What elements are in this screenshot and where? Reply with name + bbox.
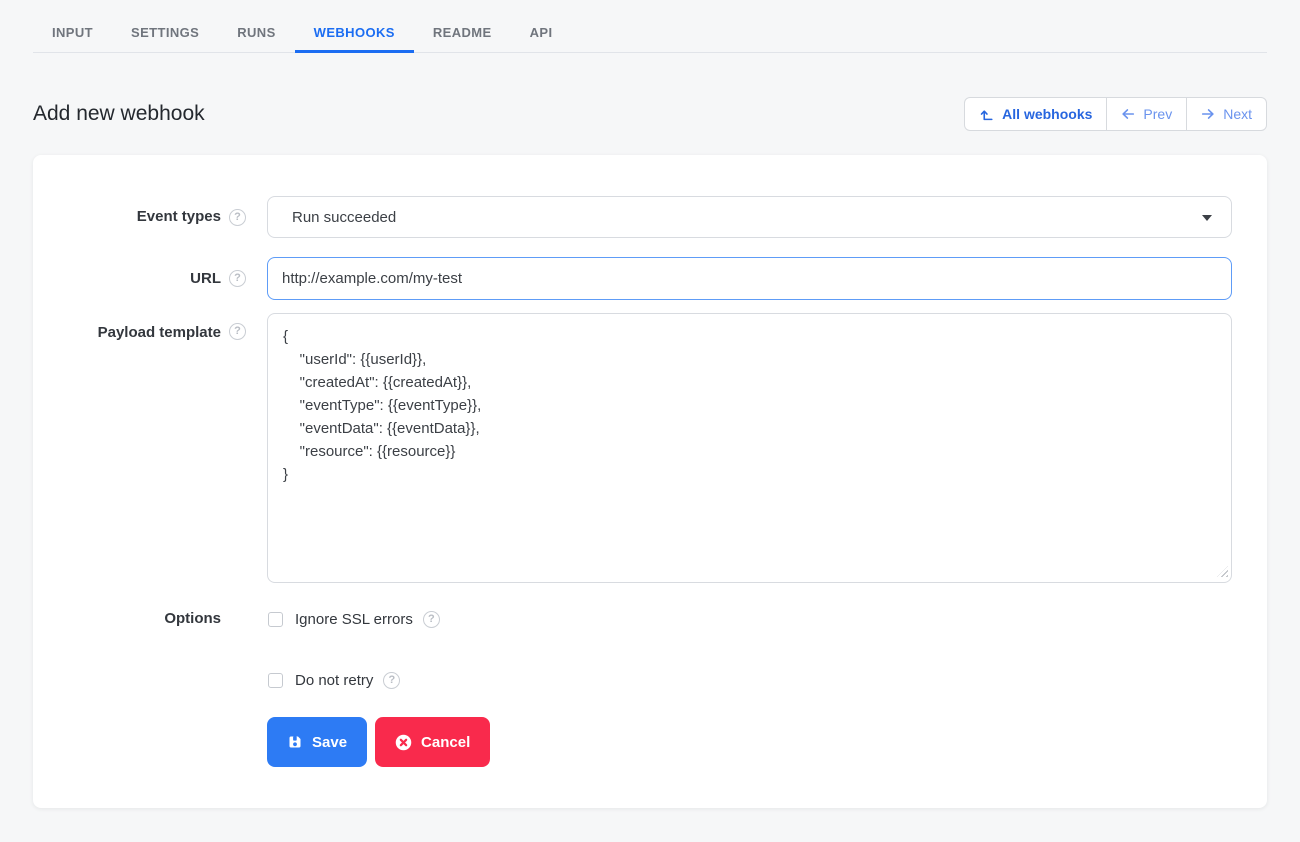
tab-readme[interactable]: README [414, 0, 511, 52]
all-webhooks-label: All webhooks [1002, 106, 1092, 122]
event-types-row: Event types ? Run succeeded [33, 196, 1267, 238]
next-label: Next [1223, 106, 1252, 122]
payload-template-textarea[interactable]: { "userId": {{userId}}, "createdAt": {{c… [267, 313, 1232, 583]
url-label-cell: URL ? [33, 257, 246, 300]
x-circle-icon [395, 734, 412, 751]
tab-label: API [530, 25, 553, 40]
ignore-ssl-errors-option: Ignore SSL errors ? [267, 609, 1232, 629]
tab-api[interactable]: API [511, 0, 572, 52]
do-not-retry-label: Do not retry [295, 672, 373, 689]
arrow-left-icon [1121, 107, 1135, 121]
do-not-retry-option: Do not retry ? [267, 670, 1232, 690]
all-webhooks-button[interactable]: All webhooks [964, 97, 1107, 131]
tab-label: RUNS [237, 25, 275, 40]
prev-label: Prev [1143, 106, 1172, 122]
event-types-select[interactable]: Run succeeded [267, 196, 1232, 238]
payload-template-label: Payload template [98, 323, 221, 343]
url-row: URL ? [33, 257, 1267, 300]
do-not-retry-checkbox[interactable] [268, 673, 283, 688]
tab-webhooks[interactable]: WEBHOOKS [295, 0, 414, 52]
form-actions: Save Cancel [267, 717, 1267, 767]
next-button[interactable]: Next [1186, 97, 1267, 131]
payload-template-row: Payload template ? { "userId": {{userId}… [33, 313, 1267, 583]
url-label: URL [190, 269, 221, 289]
event-types-label: Event types [137, 207, 221, 227]
tab-label: SETTINGS [131, 25, 199, 40]
help-icon[interactable]: ? [423, 611, 440, 628]
page-title: Add new webhook [33, 102, 205, 126]
arrow-right-icon [1201, 107, 1215, 121]
help-icon[interactable]: ? [229, 323, 246, 340]
event-types-label-cell: Event types ? [33, 196, 246, 238]
tab-input[interactable]: INPUT [33, 0, 112, 52]
save-label: Save [312, 734, 347, 751]
tab-label: INPUT [52, 25, 93, 40]
url-input[interactable] [267, 257, 1232, 300]
save-button[interactable]: Save [267, 717, 367, 767]
webhook-form-card: Event types ? Run succeeded URL ? Payloa… [33, 155, 1267, 808]
event-types-selected-value: Run succeeded [292, 209, 396, 226]
options-label: Options [164, 609, 221, 629]
tab-label: WEBHOOKS [314, 25, 395, 40]
payload-template-label-cell: Payload template ? [33, 313, 246, 583]
options-label-cell: Options [33, 609, 246, 690]
arrow-up-from-list-icon [979, 107, 994, 122]
webhook-nav-button-group: All webhooks Prev Next [964, 97, 1267, 131]
prev-button[interactable]: Prev [1106, 97, 1187, 131]
cancel-label: Cancel [421, 734, 470, 751]
tab-runs[interactable]: RUNS [218, 0, 294, 52]
help-icon[interactable]: ? [229, 270, 246, 287]
help-icon[interactable]: ? [383, 672, 400, 689]
ignore-ssl-errors-checkbox[interactable] [268, 612, 283, 627]
tab-settings[interactable]: SETTINGS [112, 0, 218, 52]
page-header: Add new webhook All webhooks Prev [33, 53, 1267, 155]
help-icon[interactable]: ? [229, 209, 246, 226]
floppy-disk-icon [287, 734, 303, 750]
ignore-ssl-errors-label: Ignore SSL errors [295, 611, 413, 628]
cancel-button[interactable]: Cancel [375, 717, 490, 767]
tab-label: README [433, 25, 492, 40]
chevron-down-icon [1202, 215, 1212, 221]
tab-bar: INPUT SETTINGS RUNS WEBHOOKS README API [33, 0, 1267, 53]
options-row: Options Ignore SSL errors ? Do not retry… [33, 609, 1267, 690]
